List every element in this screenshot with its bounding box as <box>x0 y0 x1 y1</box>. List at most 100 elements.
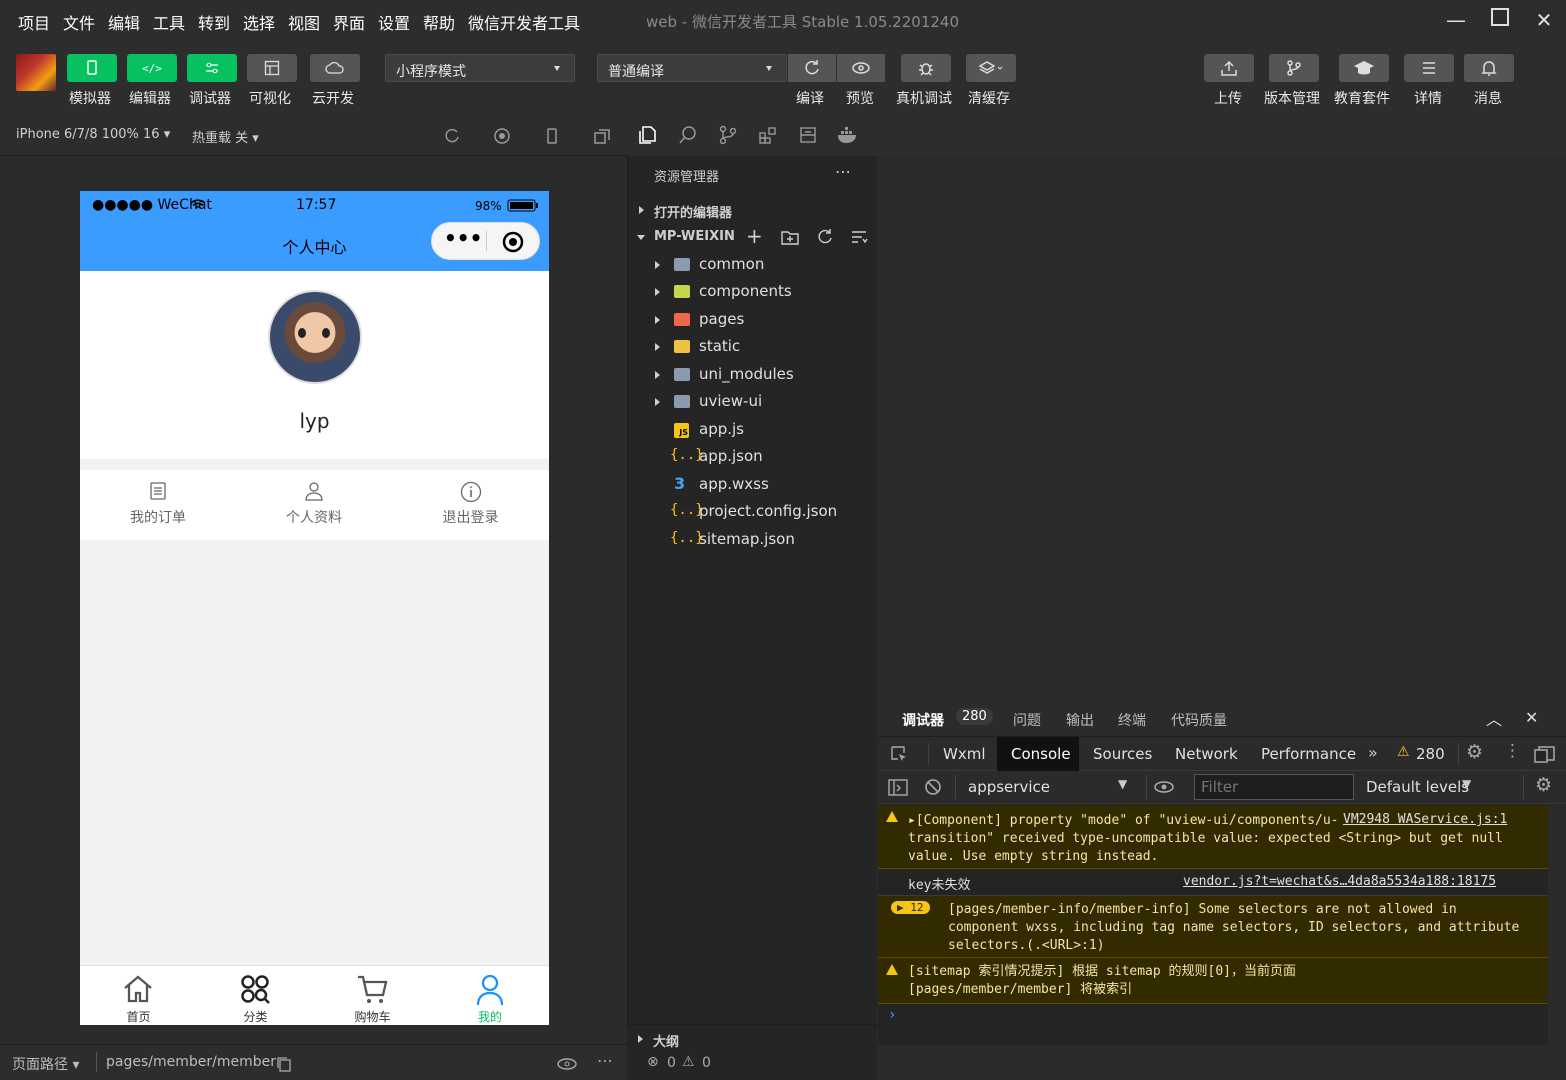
more-icon[interactable]: ⋯ <box>835 162 851 181</box>
tab-output[interactable]: 输出 <box>1066 710 1094 730</box>
sidebar-toggle-icon[interactable] <box>888 779 908 797</box>
tab-problems[interactable]: 问题 <box>1013 710 1041 730</box>
panel-sources[interactable]: Sources <box>1093 745 1152 763</box>
menu-select[interactable]: 选择 <box>243 10 275 34</box>
tree-file-app-js[interactable]: JS app.js <box>628 417 878 444</box>
tab-terminal[interactable]: 终端 <box>1118 710 1146 730</box>
console-warning-row[interactable]: ▸[Component] property "mode" of "uview-u… <box>878 805 1548 869</box>
rotate-phone-icon[interactable] <box>543 127 561 145</box>
menu-wechat-devtools[interactable]: 微信开发者工具 <box>468 10 580 34</box>
panel-wxml[interactable]: Wxml <box>943 745 986 763</box>
tab-home[interactable]: 首页 <box>80 966 197 1025</box>
tab-category[interactable]: 分类 <box>197 966 314 1025</box>
panel-network[interactable]: Network <box>1175 745 1238 763</box>
close-miniprogram-icon[interactable] <box>502 231 524 253</box>
tree-file-project-config[interactable]: {..} project.config.json <box>628 499 878 526</box>
tab-mine[interactable]: 我的 <box>431 966 549 1025</box>
menu-settings[interactable]: 设置 <box>378 10 410 34</box>
tree-file-app-json[interactable]: {..} app.json <box>628 444 878 471</box>
compile-button[interactable] <box>788 54 836 82</box>
refresh-icon[interactable] <box>816 228 834 246</box>
extensions-icon[interactable] <box>758 125 778 145</box>
log-source-link[interactable]: vendor.js?t=wechat&s…4da8a5534a188:18175 <box>1183 874 1496 889</box>
mode-select[interactable]: 小程序模式 <box>385 54 575 82</box>
popout-icon[interactable] <box>593 127 611 145</box>
console-warning-row[interactable]: ▶ 12 [pages/member-info/member-info] Som… <box>878 896 1548 958</box>
gear-icon[interactable]: ⚙ <box>1535 774 1552 796</box>
my-orders-button[interactable]: 我的订单 <box>80 470 236 540</box>
open-editors-section[interactable]: 打开的编辑器 <box>628 197 878 223</box>
cloud-dev-button[interactable] <box>310 54 360 82</box>
simulator-toggle-button[interactable] <box>67 54 117 82</box>
context-select[interactable]: appservice ▼ <box>963 775 1143 799</box>
eye-icon[interactable] <box>1153 780 1175 794</box>
tree-folder-common[interactable]: common <box>628 252 878 279</box>
more-icon[interactable]: ⋯ <box>597 1051 613 1070</box>
more-panels-icon[interactable]: » <box>1368 743 1378 762</box>
panel-performance[interactable]: Performance <box>1261 745 1356 763</box>
levels-select[interactable]: Default levels ▼ <box>1366 775 1486 799</box>
outline-section[interactable]: 大纲 <box>627 1028 877 1050</box>
console-scrollbar[interactable] <box>1548 805 1566 1045</box>
tree-folder-pages[interactable]: pages <box>628 307 878 334</box>
collapse-all-icon[interactable] <box>850 228 868 246</box>
console-prompt-icon[interactable]: › <box>888 1007 896 1023</box>
source-control-icon[interactable] <box>718 125 738 145</box>
more-dots-icon[interactable]: ••• <box>444 226 482 250</box>
menu-goto[interactable]: 转到 <box>198 10 230 34</box>
close-icon[interactable]: ✕ <box>1529 6 1559 34</box>
eye-icon[interactable] <box>556 1057 578 1071</box>
tree-file-sitemap[interactable]: {..} sitemap.json <box>628 527 878 554</box>
menu-interface[interactable]: 界面 <box>333 10 365 34</box>
new-folder-icon[interactable] <box>780 228 800 246</box>
tab-cart[interactable]: 购物车 <box>314 966 431 1025</box>
gear-icon[interactable]: ⚙ <box>1466 741 1483 763</box>
logout-button[interactable]: 退出登录 <box>392 470 549 540</box>
education-button[interactable] <box>1339 54 1389 82</box>
kebab-icon[interactable]: ⋮ <box>1504 741 1521 761</box>
menu-file[interactable]: 文件 <box>63 10 95 34</box>
tree-folder-uni-modules[interactable]: uni_modules <box>628 362 878 389</box>
storage-icon[interactable] <box>798 125 818 145</box>
close-icon[interactable]: ✕ <box>1525 708 1538 727</box>
tab-debugger[interactable]: 调试器 <box>902 710 944 730</box>
search-icon[interactable] <box>678 125 698 145</box>
tree-file-app-wxss[interactable]: 3 app.wxss <box>628 472 878 499</box>
hot-reload-toggle[interactable]: 热重载 关 ▾ <box>192 127 259 146</box>
project-avatar[interactable] <box>16 54 56 91</box>
preview-button[interactable] <box>837 54 885 82</box>
debugger-toggle-button[interactable] <box>187 54 237 82</box>
menu-view[interactable]: 视图 <box>288 10 320 34</box>
tree-folder-uview-ui[interactable]: uview-ui <box>628 389 878 416</box>
messages-button[interactable] <box>1464 54 1514 82</box>
files-icon[interactable] <box>638 125 658 145</box>
upload-button[interactable] <box>1204 54 1254 82</box>
console-warning-row[interactable]: [sitemap 索引情况提示] 根据 sitemap 的规则[0]，当前页面 … <box>878 958 1548 1004</box>
new-file-icon[interactable]: + <box>746 224 763 248</box>
compile-select[interactable]: 普通编译 <box>597 54 787 82</box>
chevron-up-icon[interactable]: ︿ <box>1486 706 1502 730</box>
clear-cache-button[interactable] <box>966 54 1016 82</box>
tree-folder-static[interactable]: static <box>628 334 878 361</box>
panel-console[interactable]: Console <box>1011 745 1071 763</box>
maximize-icon[interactable] <box>1485 6 1515 34</box>
dock-icon[interactable] <box>1534 745 1556 763</box>
warning-count[interactable]: 280 <box>1416 745 1445 763</box>
minimize-icon[interactable]: — <box>1441 6 1471 34</box>
menu-tools[interactable]: 工具 <box>153 10 185 34</box>
reload-icon[interactable] <box>443 127 461 145</box>
tab-code-quality[interactable]: 代码质量 <box>1171 710 1227 730</box>
filter-input[interactable] <box>1194 774 1354 800</box>
inspect-icon[interactable] <box>890 745 908 763</box>
menu-help[interactable]: 帮助 <box>423 10 455 34</box>
remote-debug-button[interactable] <box>901 54 951 82</box>
stop-icon[interactable] <box>493 127 511 145</box>
editor-toggle-button[interactable]: </> <box>127 54 177 82</box>
visual-toggle-button[interactable] <box>247 54 297 82</box>
project-section[interactable]: MP-WEIXIN + <box>628 224 878 250</box>
profile-info-button[interactable]: 个人资料 <box>236 470 392 540</box>
device-select[interactable]: iPhone 6/7/8 100% 16 ▾ <box>16 127 170 142</box>
clear-console-icon[interactable] <box>924 778 942 796</box>
log-source-link[interactable]: VM2948 WAService.js:1 <box>1339 812 1508 827</box>
docker-icon[interactable] <box>836 125 860 145</box>
